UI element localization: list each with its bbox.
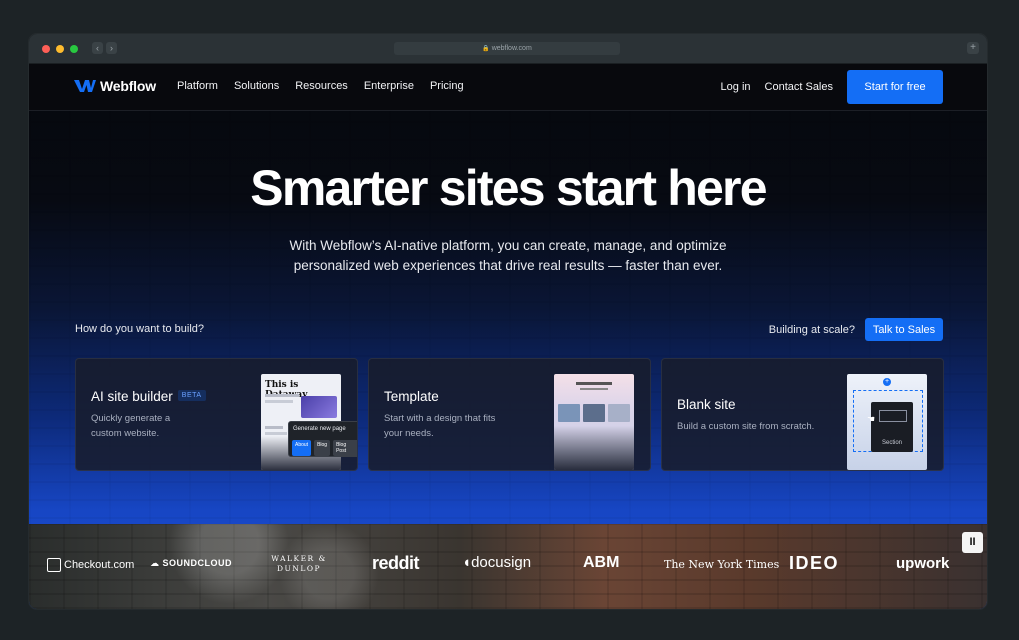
preview-text-line <box>576 382 612 385</box>
template-preview <box>554 374 634 470</box>
nyt-logo: The New York Times <box>664 558 780 571</box>
customer-logos-bar: Checkout.com ☁ SOUNDCLOUD WALKER & DUNLO… <box>29 524 987 609</box>
card-desc-blank-line-1: Build a custom site from scratch. <box>677 421 815 432</box>
cursor-hand-icon: ☚ <box>867 414 876 424</box>
url-text: webflow.com <box>491 45 532 52</box>
nav-platform[interactable]: Platform <box>177 80 218 92</box>
nav-resources[interactable]: Resources <box>295 80 348 92</box>
nav-enterprise[interactable]: Enterprise <box>364 80 414 92</box>
start-for-free-button[interactable]: Start for free <box>847 70 943 104</box>
contact-sales-link[interactable]: Contact Sales <box>765 81 833 93</box>
docusign-icon: ◖ <box>462 554 472 571</box>
hero-title: Smarter sites start here <box>250 160 767 216</box>
preview-image <box>301 396 337 418</box>
preview-text-line <box>265 426 283 429</box>
chip-about: About <box>292 440 312 456</box>
login-link[interactable]: Log in <box>721 81 751 93</box>
checkout-icon <box>47 558 61 572</box>
top-navigation: Webflow Platform Solutions Resources Ent… <box>29 64 987 111</box>
card-desc-ai: Quickly generate a custom website. <box>91 411 221 441</box>
ai-site-builder-card[interactable]: AI site builder BETA Quickly generate a c… <box>75 358 358 471</box>
preview-text-line <box>265 432 287 435</box>
card-desc-template-line-2: your needs. <box>384 428 434 439</box>
hero-subtitle: With Webflow’s AI-native platform, you c… <box>258 236 758 276</box>
webflow-page: Webflow Platform Solutions Resources Ent… <box>29 64 987 609</box>
preview-tile <box>558 404 580 422</box>
back-arrow-icon[interactable]: ‹ <box>92 42 103 54</box>
ai-site-builder-title: AI site builder <box>91 389 173 404</box>
minimize-window-button[interactable] <box>56 45 64 53</box>
soundcloud-text: SOUNDCLOUD <box>162 558 233 568</box>
new-tab-icon[interactable]: + <box>967 42 979 54</box>
nav-solutions[interactable]: Solutions <box>234 80 279 92</box>
docusign-text: docusign <box>471 554 532 571</box>
section-label: Section <box>881 440 902 446</box>
blank-site-preview: + Section ☚ <box>847 374 927 470</box>
upwork-logo: upwork <box>896 555 950 572</box>
address-bar[interactable]: 🔒 webflow.com <box>394 42 620 55</box>
scale-row: Building at scale? Talk to Sales <box>769 318 943 341</box>
checkout-logo: Checkout.com <box>47 558 134 572</box>
card-desc-ai-line-2: custom website. <box>91 428 160 439</box>
blank-site-title: Blank site <box>677 397 736 412</box>
walker-dunlop-logo: WALKER & DUNLOP <box>271 554 327 573</box>
checkout-text: Checkout.com <box>64 558 135 571</box>
preview-fade <box>554 426 634 470</box>
main-nav: Platform Solutions Resources Enterprise … <box>177 80 480 92</box>
card-title-ai: AI site builder BETA <box>91 389 206 404</box>
brand-name: Webflow <box>100 78 156 94</box>
browser-window: ‹ › 🔒 webflow.com + Webflow Platform Solu… <box>29 34 987 609</box>
pause-button[interactable]: II <box>962 532 983 553</box>
blank-site-card[interactable]: Blank site Build a custom site from scra… <box>661 358 944 471</box>
page-chips: About Blog Blog Post <box>292 440 357 456</box>
nav-pricing[interactable]: Pricing <box>430 80 464 92</box>
browser-chrome: ‹ › 🔒 webflow.com + <box>29 34 987 64</box>
add-icon: + <box>883 378 891 386</box>
webflow-logo-icon <box>74 80 96 92</box>
chip-blog-post: Blog Post <box>333 440 357 456</box>
beta-badge: BETA <box>177 389 206 401</box>
card-desc-ai-line-1: Quickly generate a <box>91 413 171 424</box>
card-desc-template-line-1: Start with a design that fits <box>384 413 496 424</box>
close-window-button[interactable] <box>42 45 50 53</box>
abm-logo: ABM <box>583 554 620 571</box>
ideo-logo: IDEO <box>789 553 840 573</box>
reddit-logo: reddit <box>372 553 420 573</box>
scale-label: Building at scale? <box>768 323 855 336</box>
section-block: Section <box>871 402 913 452</box>
lock-icon: 🔒 <box>482 46 490 52</box>
preview-text-line <box>265 394 299 397</box>
section-element <box>879 410 907 422</box>
talk-to-sales-button[interactable]: Talk to Sales <box>865 318 943 341</box>
generate-page-popup: Generate new page About Blog Blog Post <box>288 421 357 457</box>
soundcloud-icon: ☁ <box>150 558 160 568</box>
preview-text-line <box>580 388 608 390</box>
forward-arrow-icon[interactable]: › <box>106 42 117 54</box>
card-desc-blank: Build a custom site from scratch. <box>677 419 847 434</box>
template-card[interactable]: Template Start with a design that fits y… <box>368 358 651 471</box>
popup-title: Generate new page <box>293 426 346 432</box>
hero-subtitle-line-2: personalized web experiences that drive … <box>293 258 723 273</box>
card-desc-template: Start with a design that fits your needs… <box>384 411 514 441</box>
preview-text-line <box>265 400 293 403</box>
nav-actions: Log in Contact Sales Start for free <box>721 70 943 104</box>
docusign-logo: ◖docusign <box>462 554 531 571</box>
maximize-window-button[interactable] <box>70 45 78 53</box>
hero-subtitle-line-1: With Webflow’s AI-native platform, you c… <box>289 238 727 253</box>
preview-tile <box>583 404 605 422</box>
webflow-logo[interactable]: Webflow <box>74 78 156 94</box>
chip-blog: Blog <box>314 440 331 456</box>
soundcloud-logo: ☁ SOUNDCLOUD <box>150 558 232 569</box>
build-question: How do you want to build? <box>75 323 205 335</box>
template-title: Template <box>384 389 439 404</box>
preview-tile <box>608 404 630 422</box>
